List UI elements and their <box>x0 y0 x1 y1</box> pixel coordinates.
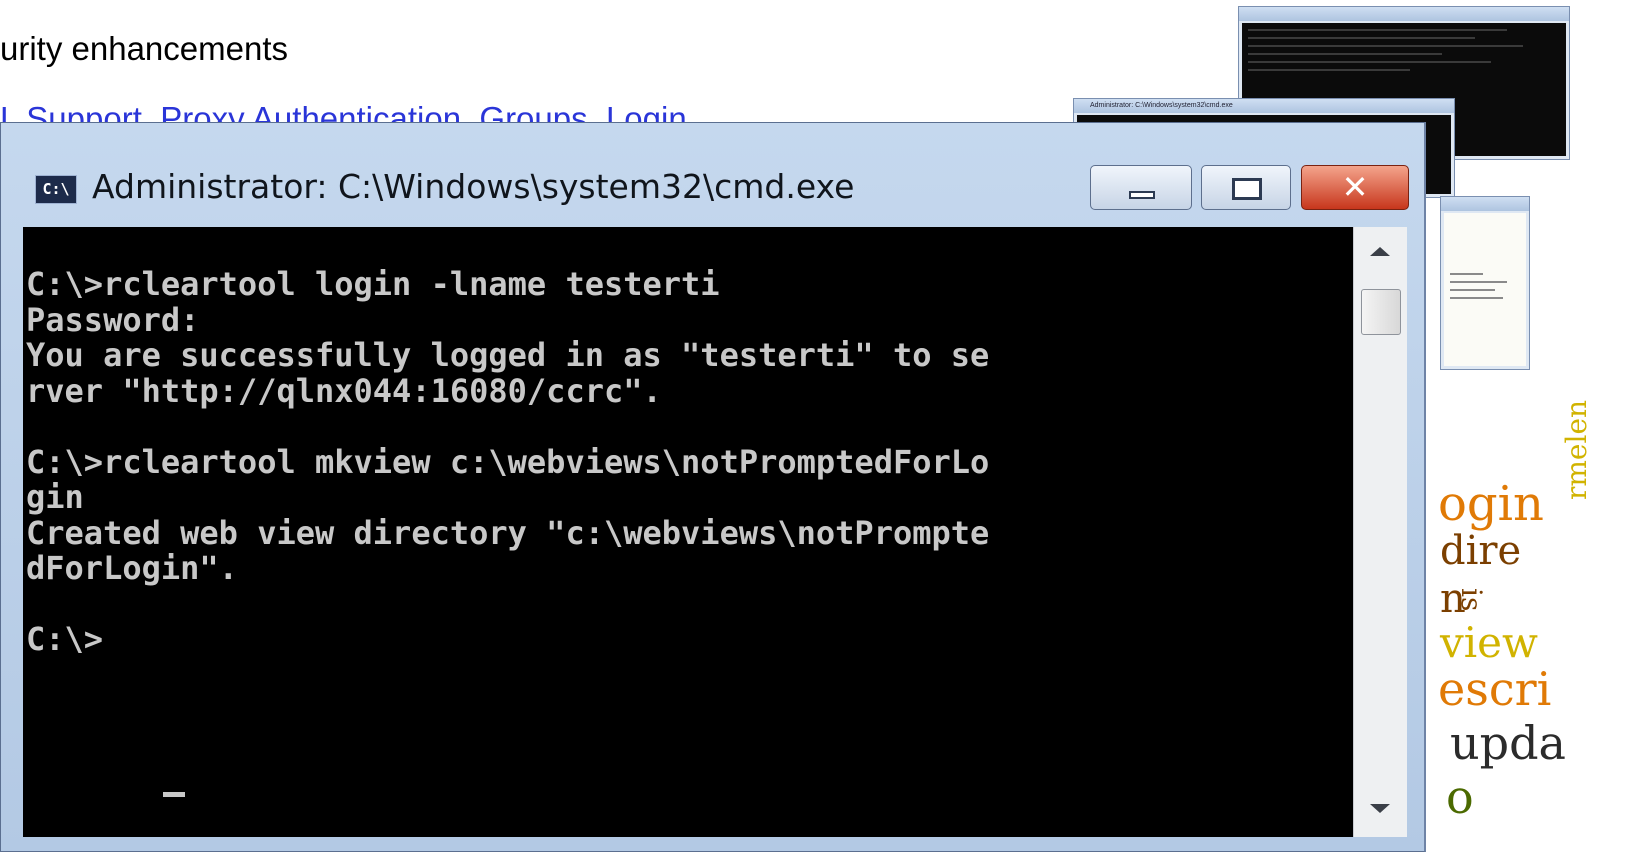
console-text: C:\>rcleartool login -lname testerti Pas… <box>26 265 990 658</box>
window-titlebar[interactable]: C:\ Administrator: C:\Windows\system32\c… <box>1 123 1424 227</box>
word-cloud-word: is <box>1455 588 1488 612</box>
word-cloud-word: escri <box>1438 662 1552 716</box>
window-title: Administrator: C:\Windows\system32\cmd.e… <box>92 167 855 206</box>
thumbnail-document <box>1444 213 1526 366</box>
text-cursor <box>163 792 185 797</box>
word-cloud-word: upda <box>1450 716 1566 770</box>
cmd-icon: C:\ <box>35 175 77 204</box>
word-cloud-word: view <box>1440 618 1538 667</box>
console-output[interactable]: C:\>rcleartool login -lname testerti Pas… <box>23 227 1353 837</box>
slide-title: urity enhancements <box>0 30 288 67</box>
minimize-icon <box>1129 191 1155 199</box>
scrollbar-thumb[interactable] <box>1361 289 1401 335</box>
thumbnail-titlebar <box>1441 197 1529 211</box>
scroll-up-arrow-icon[interactable] <box>1370 247 1390 256</box>
word-cloud-word: dire <box>1440 528 1522 574</box>
maximize-button[interactable] <box>1201 165 1291 210</box>
maximize-icon <box>1232 178 1262 200</box>
close-icon: ✕ <box>1341 168 1369 206</box>
word-cloud-word: ogin <box>1438 476 1544 532</box>
cmd-window[interactable]: C:\ Administrator: C:\Windows\system32\c… <box>0 122 1426 852</box>
minimize-button[interactable] <box>1090 165 1192 210</box>
thumbnail-text-window <box>1440 196 1530 370</box>
thumbnail-titlebar: Administrator: C:\Windows\system32\cmd.e… <box>1074 99 1454 113</box>
thumbnail-titlebar <box>1239 7 1569 21</box>
word-cloud-word: o <box>1446 770 1474 824</box>
vertical-scrollbar[interactable] <box>1353 227 1407 837</box>
scroll-down-arrow-icon[interactable] <box>1370 804 1390 813</box>
close-button[interactable]: ✕ <box>1301 165 1409 210</box>
word-cloud-word: rmelen <box>1560 399 1593 500</box>
